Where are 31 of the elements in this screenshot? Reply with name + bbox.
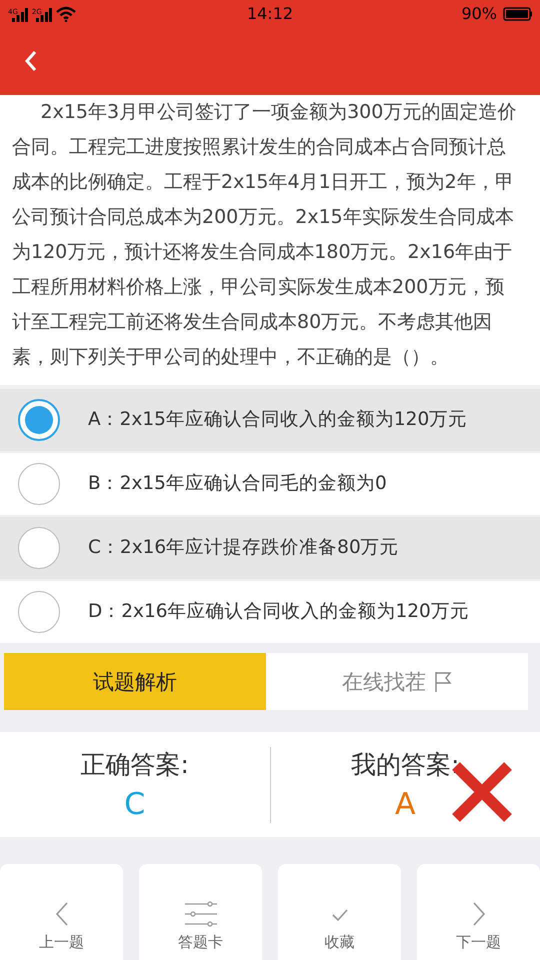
tab[interactable]: 试题解析: [4, 653, 266, 710]
option-text: C：2x16年应计提存跌价准备80万元: [88, 536, 399, 560]
nav-button[interactable]: 答题卡: [139, 864, 262, 960]
prev-icon: [54, 901, 70, 927]
answer-label: 正确答案:: [80, 748, 189, 780]
flag-icon: [434, 670, 452, 692]
wifi-icon: [56, 6, 76, 22]
status-time: 14:12: [246, 4, 294, 23]
tab[interactable]: 在线找茬: [266, 653, 528, 710]
battery-percent: 90%: [461, 4, 497, 23]
radio-button[interactable]: [18, 591, 60, 633]
sliders-icon: [184, 901, 218, 927]
option-text: B：2x15年应确认合同毛的金额为0: [88, 472, 387, 496]
option-row[interactable]: B：2x15年应确认合同毛的金额为0: [0, 453, 540, 515]
nav-button[interactable]: 收藏: [278, 864, 401, 960]
nav-button[interactable]: 下一题: [417, 864, 540, 960]
option-text: D：2x16年应确认合同收入的金额为120万元: [88, 600, 469, 624]
radio-button[interactable]: [18, 463, 60, 505]
answer-letter: C: [124, 786, 146, 822]
next-icon: [470, 901, 486, 927]
question-text: 2x15年3月甲公司签订了一项金额为300万元的固定造价合同。工程完工进度按照累计发生的合同成本占合同预计总成本的比例确定。工程于2x15年4月1日开工，预为2年，甲公司预计合同总成本为200万元。2x15年实际发生合同成本为120万元，预计还将发生合同成本180万元。2x16年由于工程所用材料价格上涨，甲公司实际发生成本200万元，预计至工程完工前还将发生合同成本80万元。不考虑其他因素，则下列关于甲公司的处理中，不正确的是（）。: [0, 95, 540, 385]
option-text: A：2x15年应确认合同收入的金额为120万元: [88, 408, 468, 432]
radio-button[interactable]: [18, 527, 60, 569]
nav-button[interactable]: 上一题: [0, 864, 123, 960]
option-row[interactable]: C：2x16年应计提存跌价准备80万元: [0, 517, 540, 579]
option-row[interactable]: A：2x15年应确认合同收入的金额为120万元: [0, 389, 540, 451]
back-icon: [24, 50, 38, 72]
answer-letter: A: [394, 786, 416, 822]
battery-icon: [503, 6, 532, 20]
option-row[interactable]: D：2x16年应确认合同收入的金额为120万元: [0, 581, 540, 643]
radio-button[interactable]: [18, 399, 60, 441]
